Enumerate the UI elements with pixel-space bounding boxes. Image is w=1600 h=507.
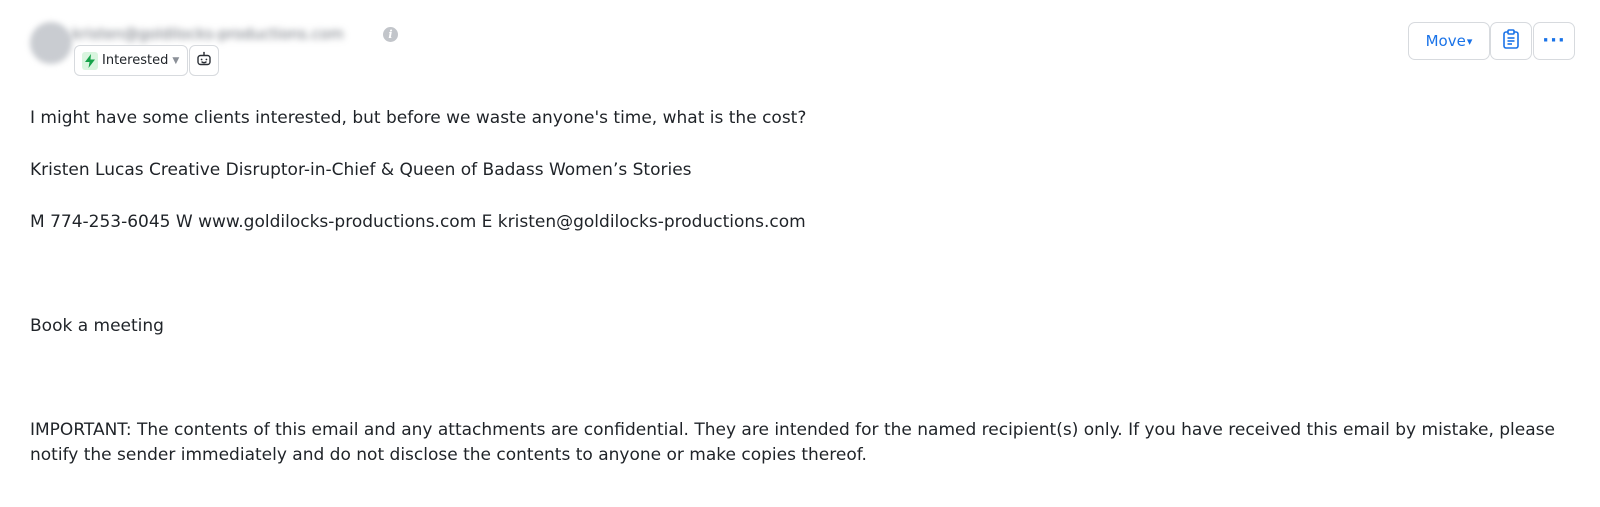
bolt-icon xyxy=(82,51,98,70)
sender-email: kristen@goldilocks-productions.com xyxy=(72,25,344,43)
more-icon: ··· xyxy=(1542,30,1566,51)
chevron-down-icon: ▼ xyxy=(172,55,180,66)
info-icon[interactable]: i xyxy=(383,27,398,42)
clipboard-icon xyxy=(1502,29,1520,53)
more-options-button[interactable]: ··· xyxy=(1533,22,1575,60)
status-label: Interested xyxy=(102,53,169,68)
book-meeting-link[interactable]: Book a meeting xyxy=(30,314,164,339)
move-label: Move xyxy=(1425,32,1466,50)
clipboard-button[interactable] xyxy=(1490,22,1532,60)
avatar xyxy=(30,22,72,64)
status-dropdown[interactable]: Interested ▼ xyxy=(74,45,188,76)
signature-name: Kristen Lucas Creative Disruptor-in-Chie… xyxy=(30,160,692,180)
email-question: I might have some clients interested, bu… xyxy=(30,108,807,128)
ai-assistant-button[interactable] xyxy=(189,45,219,76)
chevron-down-icon: ▾ xyxy=(1466,34,1473,48)
contact-line: M 774-253-6045 W www.goldilocks-producti… xyxy=(30,212,806,232)
robot-icon xyxy=(196,51,212,71)
disclaimer: IMPORTANT: The contents of this email an… xyxy=(30,420,1555,465)
move-button[interactable]: Move ▾ xyxy=(1408,22,1490,60)
